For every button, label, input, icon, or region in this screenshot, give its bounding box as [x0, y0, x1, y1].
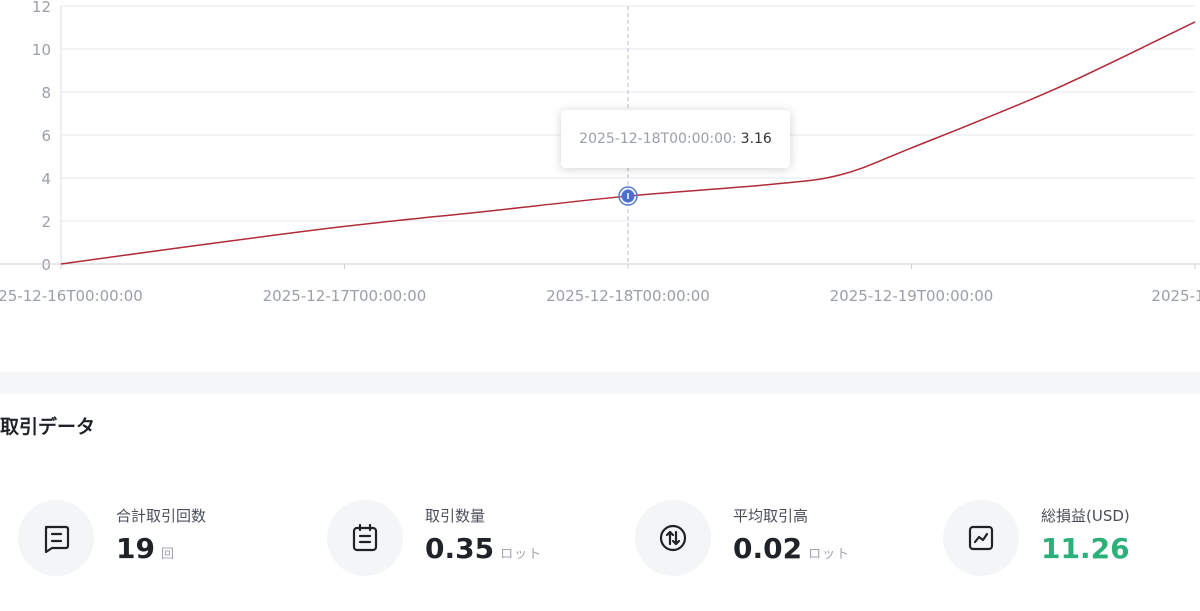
stat-value: 0.35	[425, 532, 495, 565]
stat-unit: ロット	[500, 547, 543, 562]
y-tick-label: 10	[32, 41, 51, 59]
y-tick-label: 12	[32, 0, 51, 16]
chart-tooltip: 2025-12-18T00:00:00: 3.16	[561, 110, 790, 168]
x-tick-label: 2025-12-18T00:00:00	[546, 287, 710, 305]
message-icon	[18, 500, 94, 576]
tooltip-value: 3.16	[740, 131, 772, 147]
transfer-icon	[635, 500, 711, 576]
tooltip-key: 2025-12-18T00:00:00:	[579, 131, 737, 147]
trend-icon	[943, 500, 1019, 576]
x-tick-label: 2025-12-16T00:00:00	[0, 287, 143, 305]
calendar-icon	[327, 500, 403, 576]
stat-trade-volume: 取引数量 0.35 ロット	[309, 498, 609, 578]
stat-unit: 回	[160, 547, 175, 562]
stat-unit: ロット	[808, 547, 851, 562]
stat-label: 平均取引高	[733, 507, 809, 525]
stat-value: 11.26	[1041, 532, 1130, 565]
stat-total-trades: 合計取引回数 19 回	[0, 498, 300, 578]
stat-value: 0.02	[733, 532, 803, 565]
y-tick-label: 0	[41, 256, 51, 274]
y-tick-label: 2	[41, 213, 51, 231]
stat-average-trade: 平均取引高 0.02 ロット	[617, 498, 917, 578]
y-tick-label: 6	[41, 127, 51, 145]
x-tick-label: 2025-12-22	[1151, 287, 1200, 305]
stat-total-pnl: 総損益(USD) 11.26	[925, 498, 1200, 578]
pnl-chart[interactable]: 0 2 4 6 8 10 12 2025-12-16T00:00:00 2025-12-17T0…	[0, 0, 1200, 320]
stat-label: 取引数量	[425, 507, 486, 525]
section-title: 取引データ	[0, 416, 96, 438]
stat-value: 19	[116, 532, 155, 565]
stat-label: 合計取引回数	[116, 507, 207, 525]
x-tick-label: 2025-12-19T00:00:00	[830, 287, 994, 305]
section-divider	[0, 372, 1200, 394]
stat-label: 総損益(USD)	[1041, 507, 1130, 525]
x-tick-label: 2025-12-17T00:00:00	[263, 287, 427, 305]
y-tick-label: 8	[41, 84, 51, 102]
y-tick-label: 4	[41, 170, 51, 188]
